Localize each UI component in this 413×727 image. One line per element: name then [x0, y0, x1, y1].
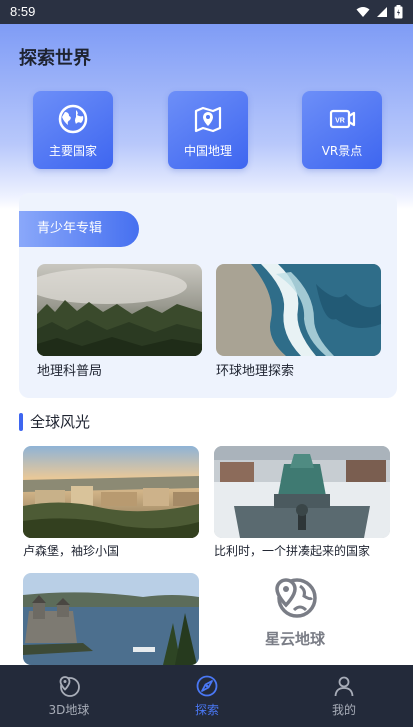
- youth-item-caption: 环球地理探索: [216, 364, 295, 379]
- tab-label: 3D地球: [48, 703, 90, 717]
- status-icons: [356, 5, 403, 19]
- youth-album-tab[interactable]: 青少年专辑: [19, 211, 139, 247]
- scenery-item-image[interactable]: [23, 573, 199, 665]
- category-china-geography[interactable]: 中国地理: [168, 91, 248, 169]
- youth-item-image[interactable]: [216, 264, 381, 356]
- category-vr-spots[interactable]: VR VR景点: [302, 91, 382, 169]
- wifi-icon: [356, 7, 370, 17]
- section-title-text: 全球风光: [30, 413, 91, 431]
- category-label: 主要国家: [48, 144, 97, 158]
- section-accent-bar: [19, 413, 23, 431]
- tab-3d-earth[interactable]: 3D地球: [0, 665, 138, 727]
- status-bar: 8:59: [0, 0, 413, 24]
- map-pin-icon: [194, 106, 222, 133]
- youth-item-image[interactable]: [37, 264, 202, 356]
- svg-text:VR: VR: [335, 118, 345, 125]
- section-title: 全球风光: [19, 412, 90, 432]
- tab-mine[interactable]: 我的: [275, 665, 413, 727]
- signal-icon: [377, 7, 387, 17]
- youth-item-caption: 地理科普局: [37, 364, 103, 379]
- person-icon: [334, 676, 354, 697]
- category-label: VR景点: [321, 144, 363, 158]
- planet-pin-icon: [275, 578, 317, 618]
- explore-page: 探索世界 主要国家 中国地理 VR VR景点 青少年专辑 地理科普局 环球地理探…: [0, 24, 413, 665]
- tab-explore[interactable]: 探索: [138, 665, 276, 727]
- scenery-item-image[interactable]: [23, 446, 199, 538]
- globe-icon: [58, 104, 88, 134]
- scenery-item-caption: 比利时，一个拼凑起来的国家: [214, 544, 371, 558]
- category-major-countries[interactable]: 主要国家: [33, 91, 113, 169]
- brand-logo: 星云地球: [230, 576, 360, 649]
- bottom-tab-bar: 3D地球 探索 我的: [0, 665, 413, 727]
- youth-album-card: 青少年专辑 地理科普局 环球地理探索: [19, 193, 397, 398]
- page-title: 探索世界: [19, 48, 91, 69]
- brand-name: 星云地球: [264, 630, 325, 648]
- compass-icon: [196, 675, 218, 697]
- tab-label: 我的: [331, 703, 356, 717]
- scenery-item-caption: 卢森堡，袖珍小国: [23, 544, 120, 558]
- vr-icon: VR: [329, 109, 356, 129]
- earth-icon: [59, 676, 80, 697]
- battery-icon: [394, 5, 403, 19]
- status-time: 8:59: [10, 4, 36, 19]
- category-label: 中国地理: [183, 144, 232, 158]
- scenery-item-image[interactable]: [214, 446, 390, 538]
- tab-label: 探索: [194, 703, 219, 717]
